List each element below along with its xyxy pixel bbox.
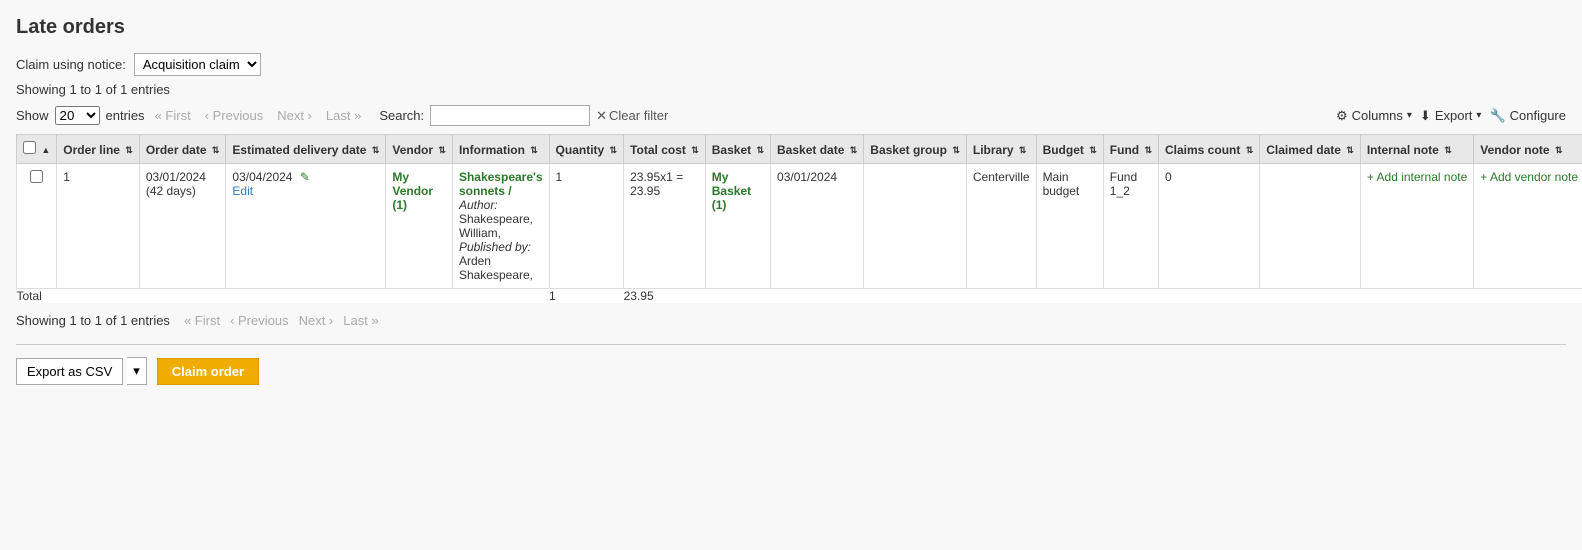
cell-total-cost: 23.95x1 = 23.95 [624, 164, 706, 289]
next-page-btn-top[interactable]: Next › [273, 106, 316, 125]
col-library: Library ⇅ [966, 135, 1036, 164]
col-fund: Fund ⇅ [1103, 135, 1158, 164]
export-csv-dropdown-btn[interactable]: ▾ [127, 357, 147, 385]
dropdown-caret-icon: ▾ [133, 363, 140, 378]
vendor-link[interactable]: My Vendor (1) [392, 170, 433, 212]
first-page-btn-top[interactable]: « First [151, 106, 195, 125]
previous-page-btn-top[interactable]: ‹ Previous [201, 106, 268, 125]
cell-claims-count: 0 [1159, 164, 1260, 289]
col-claimed-date: Claimed date ⇅ [1260, 135, 1361, 164]
columns-btn[interactable]: ⚙ Columns ▾ [1336, 108, 1412, 124]
row-checkbox-cell [17, 164, 57, 289]
edit-date-link[interactable]: Edit [232, 184, 253, 198]
cell-basket-group [864, 164, 967, 289]
cell-fund: Fund 1_2 [1103, 164, 1158, 289]
author-value: Shakespeare, William, [459, 212, 533, 240]
cell-claimed-date [1260, 164, 1361, 289]
show-label: Show [16, 108, 49, 123]
cell-basket: My Basket (1) [705, 164, 770, 289]
page-title: Late orders [16, 16, 1566, 39]
information-title-link[interactable]: Shakespeare's sonnets / [459, 170, 543, 198]
col-internal-note: Internal note ⇅ [1360, 135, 1473, 164]
clear-filter-btn[interactable]: ✕ Clear filter [596, 108, 668, 124]
published-value: Arden Shakespeare, [459, 254, 533, 282]
wrench-icon: 🔧 [1489, 108, 1505, 124]
gear-icon: ⚙ [1336, 108, 1348, 124]
basket-link[interactable]: My Basket (1) [712, 170, 751, 212]
showing-text-bottom: Showing 1 to 1 of 1 entries [16, 313, 170, 328]
claim-notice-select[interactable]: Acquisition claim [134, 53, 261, 76]
select-all-col: ▲ [17, 135, 57, 164]
cell-vendor-note: + Add vendor note [1474, 164, 1582, 289]
last-page-btn-top[interactable]: Last » [322, 106, 365, 125]
claim-order-btn[interactable]: Claim order [157, 358, 259, 385]
cell-library: Centerville [966, 164, 1036, 289]
claim-notice-label: Claim using notice: [16, 57, 126, 72]
edit-pencil-icon: ✎ [300, 170, 310, 184]
total-quantity: 1 [549, 289, 624, 304]
cell-vendor: My Vendor (1) [386, 164, 453, 289]
chevron-down-icon-export: ▾ [1476, 110, 1481, 121]
col-basket: Basket ⇅ [705, 135, 770, 164]
search-label: Search: [379, 108, 424, 123]
cell-order-date: 03/01/2024 (42 days) [139, 164, 226, 289]
cell-quantity: 1 [549, 164, 624, 289]
previous-page-btn-bottom[interactable]: ‹ Previous [226, 311, 293, 330]
col-basket-group: Basket group ⇅ [864, 135, 967, 164]
late-orders-table: ▲ Order line ⇅ Order date ⇅ Estimated de… [16, 134, 1582, 303]
table-row: 1 03/01/2024 (42 days) 03/04/2024 ✎ Edit… [17, 164, 1582, 289]
clear-icon: ✕ [596, 108, 607, 124]
configure-btn[interactable]: 🔧 Configure [1489, 108, 1566, 124]
col-information: Information ⇅ [452, 135, 549, 164]
add-vendor-note-link[interactable]: + Add vendor note [1480, 170, 1578, 184]
show-entries-select[interactable]: 10 20 50 100 [55, 106, 100, 125]
download-icon: ⬇ [1420, 108, 1431, 124]
search-input[interactable] [430, 105, 590, 126]
col-budget: Budget ⇅ [1036, 135, 1103, 164]
cell-information: Shakespeare's sonnets / Author: Shakespe… [452, 164, 549, 289]
col-total-cost: Total cost ⇅ [624, 135, 706, 164]
col-basket-date: Basket date ⇅ [771, 135, 864, 164]
total-label: Total [17, 289, 550, 304]
col-vendor-note: Vendor note ⇅ [1474, 135, 1582, 164]
cell-budget: Main budget [1036, 164, 1103, 289]
col-order-date: Order date ⇅ [139, 135, 226, 164]
total-cost: 23.95 [624, 289, 706, 304]
select-all-checkbox[interactable] [23, 141, 36, 154]
first-page-btn-bottom[interactable]: « First [180, 311, 224, 330]
chevron-down-icon: ▾ [1407, 110, 1412, 121]
export-csv-btn[interactable]: Export as CSV [16, 358, 123, 385]
row-checkbox[interactable] [30, 170, 43, 183]
col-quantity: Quantity ⇅ [549, 135, 624, 164]
total-row: Total 1 23.95 [17, 289, 1582, 304]
cell-order-line: 1 [57, 164, 140, 289]
col-claims-count: Claims count ⇅ [1159, 135, 1260, 164]
next-page-btn-bottom[interactable]: Next › [295, 311, 338, 330]
published-by-label: Published by: [459, 240, 531, 254]
entries-label: entries [106, 108, 145, 123]
cell-est-delivery-date: 03/04/2024 ✎ Edit [226, 164, 386, 289]
col-estimated-delivery-date: Estimated delivery date ⇅ [226, 135, 386, 164]
col-vendor: Vendor ⇅ [386, 135, 453, 164]
cell-internal-note: + Add internal note [1360, 164, 1473, 289]
col-order-line: Order line ⇅ [57, 135, 140, 164]
last-page-btn-bottom[interactable]: Last » [339, 311, 382, 330]
export-btn[interactable]: ⬇ Export ▾ [1420, 108, 1482, 124]
author-label: Author: [459, 198, 498, 212]
cell-basket-date: 03/01/2024 [771, 164, 864, 289]
add-internal-note-link[interactable]: + Add internal note [1367, 170, 1467, 184]
showing-text-top: Showing 1 to 1 of 1 entries [16, 82, 1566, 97]
